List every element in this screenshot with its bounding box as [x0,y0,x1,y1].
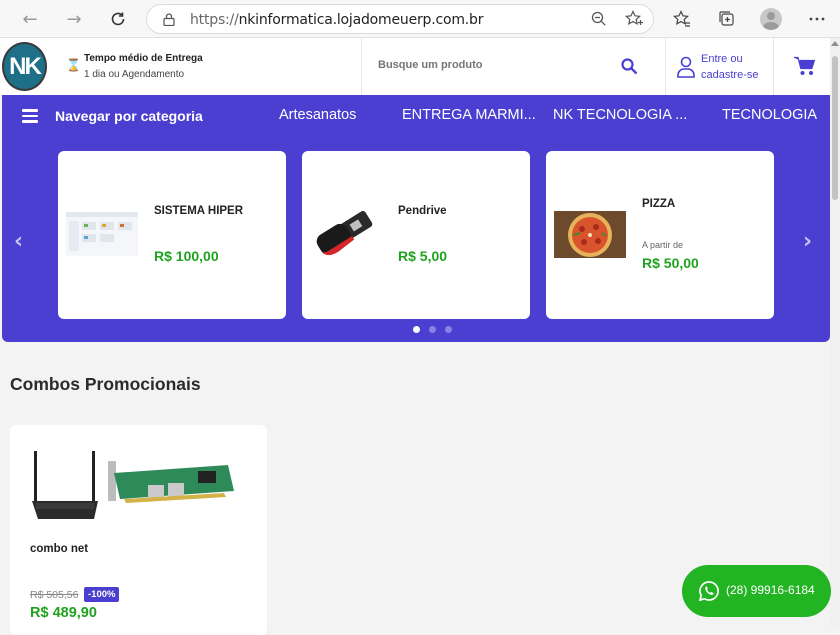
category-link-artesanatos[interactable]: Artesanatos [279,107,356,123]
more-icon[interactable] [805,7,829,31]
carousel-prev-icon[interactable]: ‹ [14,229,23,254]
product-image-combo-net [32,451,234,519]
site-header: NK ⌛ Tempo médio de Entrega 1 dia ou Age… [0,38,830,95]
product-price: R$ 100,00 [154,248,219,264]
profile-icon[interactable] [760,8,782,30]
product-card[interactable]: Pendrive R$ 5,00 [302,151,530,319]
section-title: Combos Promocionais [10,374,201,394]
browser-toolbar: ← → https://nkinformatica.lojadomeuerp.c… [0,0,840,38]
header-divider [665,38,666,95]
login-link[interactable]: Entre ou cadastre-se [701,51,758,83]
whatsapp-phone: (28) 99916-6184 [726,583,815,597]
product-image-sistema-hiper [66,212,138,256]
header-divider [773,38,774,95]
collections-icon[interactable] [715,7,739,31]
combo-card[interactable] [10,425,267,635]
lock-icon[interactable] [163,13,175,26]
back-icon[interactable]: ← [18,7,42,31]
category-link-entrega-marmita[interactable]: ENTREGA MARMI... [402,107,536,123]
page-scrollbar[interactable] [830,38,840,628]
browse-categories-button[interactable]: Navegar por categoria [55,108,203,124]
price-prefix: A partir de [642,240,684,250]
product-image-pendrive [316,210,373,256]
menu-icon[interactable] [22,109,38,123]
combo-price: R$ 489,90 [30,605,97,621]
category-link-nk-tecnologia[interactable]: NK TECNOLOGIA ... [553,107,687,123]
url-text[interactable]: https://nkinformatica.lojadomeuerp.com.b… [190,12,483,28]
refresh-icon[interactable] [106,7,130,31]
carousel-dot[interactable] [413,326,420,333]
user-icon[interactable] [676,56,696,78]
product-card[interactable]: SISTEMA HIPER R$ 100,00 [58,151,286,319]
product-image-pizza [554,211,626,258]
product-name[interactable]: Pendrive [398,205,447,217]
cart-icon[interactable] [794,56,816,76]
old-price: R$ 505,56 [30,589,79,601]
delivery-title: Tempo médio de Entrega [84,53,203,64]
store-logo[interactable]: NK [2,42,47,91]
header-divider [361,38,362,95]
discount-badge: -100% [84,587,120,602]
delivery-subtitle: 1 dia ou Agendamento [84,69,185,80]
product-price: R$ 50,00 [642,255,699,271]
product-name[interactable]: PIZZA [642,198,675,210]
hourglass-icon: ⌛ [66,58,81,72]
carousel-next-icon[interactable]: › [803,229,812,254]
whatsapp-button[interactable]: (28) 99916-6184 [682,565,831,617]
address-bar[interactable]: https://nkinformatica.lojadomeuerp.com.b… [146,4,654,34]
combo-name[interactable]: combo net [30,543,88,555]
carousel-dot[interactable] [445,326,452,333]
add-favorite-icon[interactable] [622,7,646,31]
forward-icon[interactable]: → [62,7,86,31]
zoom-out-icon[interactable] [587,7,611,31]
search-input[interactable] [378,59,598,71]
product-price: R$ 5,00 [398,248,448,264]
scroll-thumb[interactable] [832,56,838,200]
search-icon[interactable] [620,57,638,75]
carousel-dot[interactable] [429,326,436,333]
favorites-icon[interactable] [670,7,694,31]
category-link-tecnologia[interactable]: TECNOLOGIA [722,107,817,123]
scroll-up-icon[interactable] [831,41,839,46]
product-card[interactable]: PIZZA A partir de R$ 50,00 [546,151,774,319]
product-name[interactable]: SISTEMA HIPER [154,205,243,217]
whatsapp-icon [698,581,719,602]
